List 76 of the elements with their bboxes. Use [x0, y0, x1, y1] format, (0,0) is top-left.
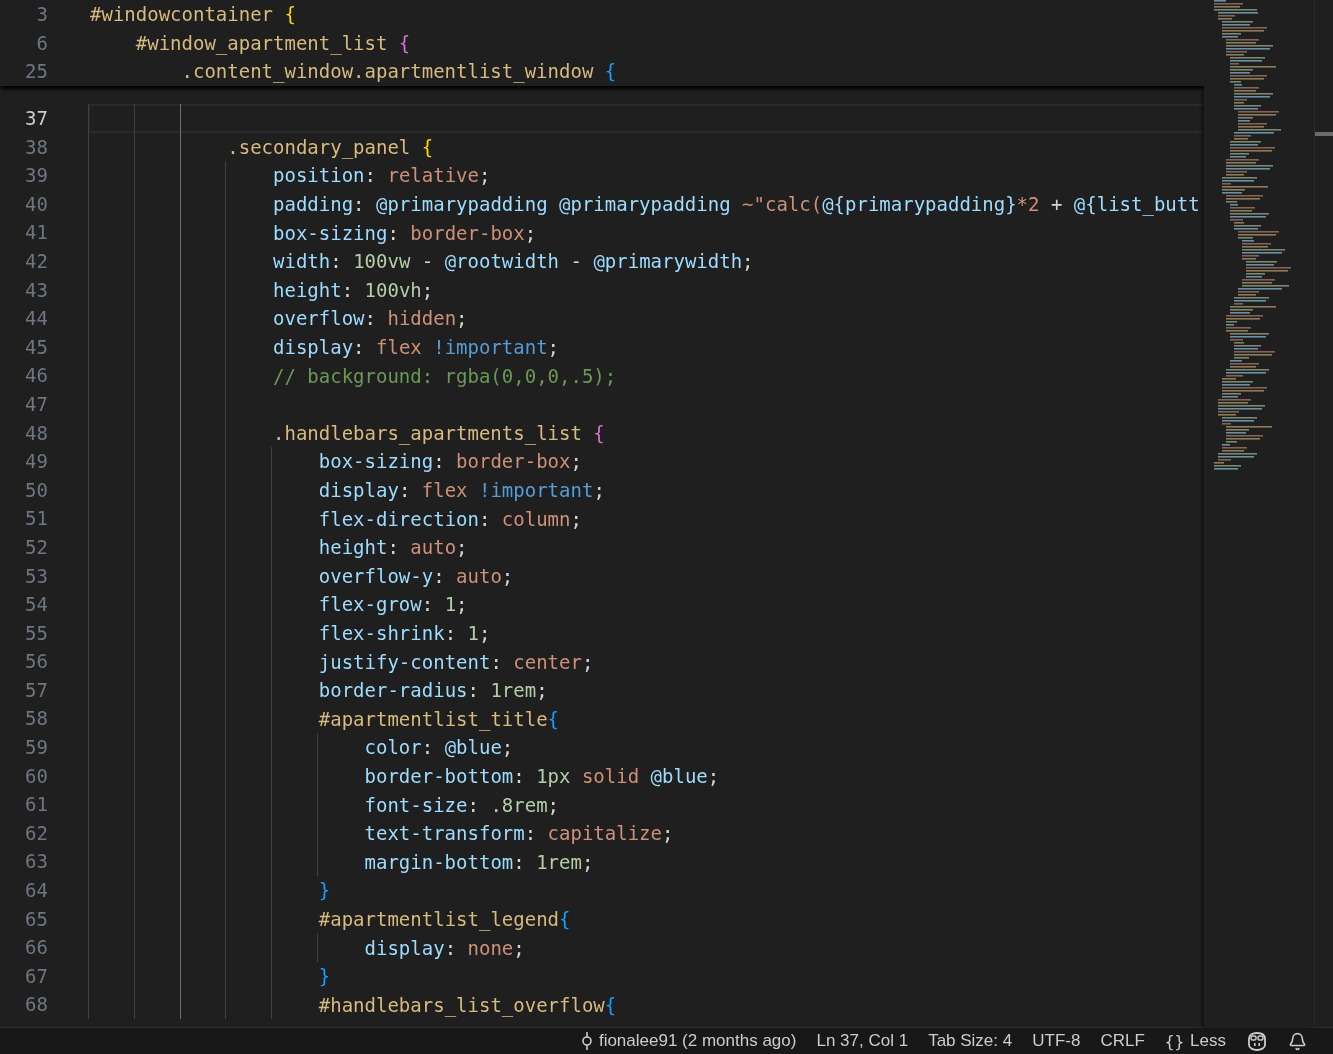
code-line: display: none; [364, 935, 525, 960]
line-number: 64 [24, 878, 48, 904]
code-line: color: @blue; [364, 735, 514, 760]
code-line: padding: @primarypadding @primarypadding ~"calc(@{primarypadding}*2 + @{list_butt [273, 192, 1200, 217]
code-line: .handlebars_apartments_list { [273, 420, 605, 445]
line-number: 41 [24, 220, 48, 246]
code-line: #handlebars_list_overflow{ [318, 992, 617, 1017]
status-item[interactable]: Tab Size: 4 [920, 1031, 1021, 1051]
code-line: } [318, 878, 331, 903]
line-number: 52 [24, 534, 48, 560]
code-line: height: 100vh; [273, 277, 434, 302]
line-number: 47 [24, 391, 48, 417]
line-number: 68 [24, 992, 48, 1018]
git-blame-item[interactable]: fionalee91 (2 months ago) [572, 1031, 805, 1051]
line-number: 43 [24, 277, 48, 303]
line-number: 60 [24, 763, 48, 789]
code-line: height: auto; [318, 535, 468, 560]
line-number: 62 [24, 820, 48, 846]
line-number: 63 [24, 849, 48, 875]
line-number: 65 [24, 906, 48, 932]
line-number: 58 [24, 706, 48, 732]
code-line: display: flex !important; [318, 478, 605, 502]
code-line: margin-bottom: 1rem; [364, 849, 594, 874]
line-number: 48 [24, 420, 48, 446]
code-line: #apartmentlist_legend{ [318, 906, 571, 931]
code-line: #apartmentlist_title{ [318, 706, 560, 731]
line-number: 37 [24, 106, 48, 131]
code-line: font-size: .8rem; [364, 792, 560, 817]
code-line: } [318, 964, 331, 989]
line-number: 51 [24, 506, 48, 532]
code-line: flex-shrink: 1; [318, 621, 491, 645]
code-line: overflow-y: auto; [318, 563, 514, 588]
code-line: flex-direction: column; [318, 506, 582, 531]
line-number: 57 [24, 677, 48, 703]
code-line: display: flex !important; [273, 335, 560, 360]
line-number: 61 [24, 792, 48, 818]
code-line: justify-content: center; [318, 649, 594, 674]
line-number: 45 [24, 334, 48, 360]
line-number: 46 [24, 363, 48, 389]
cursor-marker [1315, 132, 1333, 136]
line-number: 25 [24, 59, 48, 85]
line-number: 53 [24, 563, 48, 589]
line-number: 42 [24, 248, 48, 274]
language-mode[interactable]: {} Less [1156, 1031, 1234, 1051]
code-line: position: relative; [273, 163, 491, 188]
code-line: box-sizing: border-box; [318, 449, 582, 474]
status-item[interactable]: CRLF [1092, 1031, 1153, 1051]
code-line: .secondary_panel { [227, 134, 434, 159]
code-line: width: 100vw - @rootwidth - @primarywidth; [273, 249, 754, 274]
status-item[interactable]: Ln 37, Col 1 [808, 1031, 917, 1051]
line-number: 66 [24, 935, 48, 961]
line-number: 49 [24, 449, 48, 475]
code-line: #window_apartment_list { [135, 30, 411, 55]
line-number: 67 [24, 963, 48, 989]
line-number: 40 [24, 191, 48, 217]
line-number: 55 [24, 620, 48, 646]
line-number: 38 [24, 134, 48, 160]
line-number: 6 [35, 30, 48, 56]
code-line: .content_window.apartmentlist_window { [181, 59, 617, 84]
status-item[interactable]: UTF-8 [1024, 1031, 1089, 1051]
line-number: 3 [35, 2, 48, 27]
code-line: box-sizing: border-box; [273, 220, 537, 245]
code-line: text-transform: capitalize; [364, 821, 674, 846]
line-number: 54 [24, 592, 48, 618]
code-line: flex-grow: 1; [318, 592, 468, 617]
line-number: 44 [24, 306, 48, 332]
line-number: 50 [24, 477, 48, 503]
code-line: overflow: hidden; [273, 306, 468, 331]
line-number: 59 [24, 735, 48, 761]
code-line: #windowcontainer { [90, 2, 296, 27]
code-line: // background: rgba(0,0,0,.5); [273, 363, 617, 388]
code-line: border-bottom: 1px solid @blue; [364, 763, 720, 788]
commit-icon [580, 1032, 593, 1050]
code-line: border-radius: 1rem; [318, 678, 548, 703]
line-number: 56 [24, 649, 48, 675]
line-number: 39 [24, 163, 48, 189]
